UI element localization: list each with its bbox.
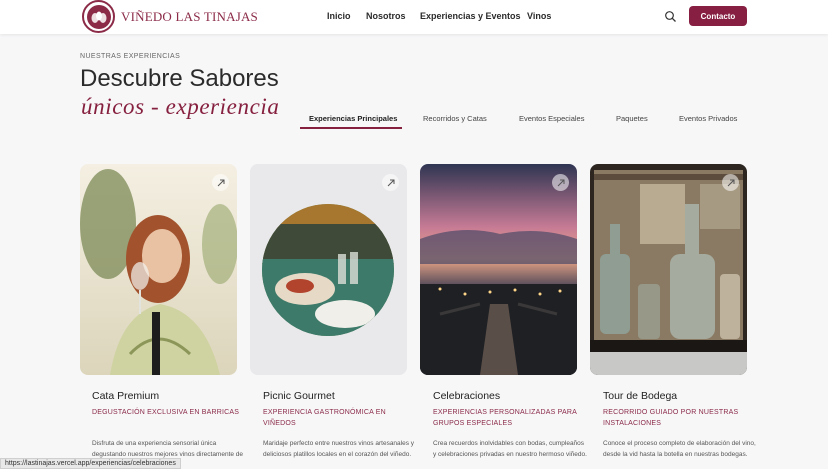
site-header: VIÑEDO LAS TINAJAS Inicio Nosotros Exper… (0, 0, 828, 34)
nav-inicio[interactable]: Inicio (327, 11, 351, 21)
wine-tasting-photo (80, 164, 237, 375)
tab-recorridos-catas[interactable]: Recorridos y Catas (423, 114, 487, 123)
card-image-celebraciones[interactable] (420, 164, 577, 375)
card-subtitle: EXPERIENCIA GASTRONÓMICA EN VIÑEDOS (263, 409, 386, 427)
nav-nosotros[interactable]: Nosotros (366, 11, 406, 21)
search-icon[interactable] (664, 10, 677, 23)
vineyard-logo[interactable] (82, 0, 115, 33)
arrow-up-right-icon (727, 179, 734, 186)
tab-paquetes[interactable]: Paquetes (616, 114, 648, 123)
wine-bottles-photo (590, 164, 747, 375)
open-card-button[interactable] (382, 174, 399, 191)
tab-experiencias-principales[interactable]: Experiencias Principales (309, 114, 397, 123)
arrow-up-right-icon (387, 179, 394, 186)
card-image-picnic-gourmet[interactable] (250, 164, 407, 375)
card-description: Maridaje perfecto entre nuestros vinos a… (263, 440, 415, 458)
card-image-cata-premium[interactable] (80, 164, 237, 375)
wine-jar-icon (86, 4, 111, 29)
nav-experiencias[interactable]: Experiencias y Eventos (420, 11, 521, 21)
card-subtitle: RECORRIDO GUIADO POR NUESTRAS INSTALACIO… (603, 409, 739, 427)
sunset-celebration-photo (420, 164, 577, 375)
arrow-up-right-icon (217, 179, 224, 186)
tab-eventos-especiales[interactable]: Eventos Especiales (519, 114, 584, 123)
card-description: Crea recuerdos inolvidables con bodas, c… (433, 440, 587, 458)
section-title-accent: únicos - experiencia (81, 94, 280, 119)
card-title[interactable]: Cata Premium (92, 390, 159, 402)
open-card-button[interactable] (552, 174, 569, 191)
open-card-button[interactable] (212, 174, 229, 191)
browser-status-url: https://lastinajas.vercel.app/experienci… (0, 458, 181, 469)
contact-button[interactable]: Contacto (689, 6, 747, 26)
card-subtitle: DEGUSTACIÓN EXCLUSIVA EN BARRICAS (92, 409, 240, 416)
arrow-up-right-icon (557, 179, 564, 186)
active-tab-indicator (300, 127, 402, 129)
card-subtitle: EXPERIENCIAS PERSONALIZADAS PARA GRUPOS … (433, 409, 577, 427)
card-title[interactable]: Tour de Bodega (603, 390, 677, 402)
section-eyebrow: NUESTRAS EXPERIENCIAS (80, 53, 181, 60)
brand-name[interactable]: VIÑEDO LAS TINAJAS (121, 9, 258, 25)
card-title[interactable]: Picnic Gourmet (263, 390, 335, 402)
card-description: Conoce el proceso completo de elaboració… (603, 440, 756, 458)
card-image-tour-bodega[interactable] (590, 164, 747, 375)
open-card-button[interactable] (722, 174, 739, 191)
tab-eventos-privados[interactable]: Eventos Privados (679, 114, 737, 123)
section-title: Descubre Sabores (80, 65, 279, 92)
nav-vinos[interactable]: Vinos (527, 11, 551, 21)
card-title[interactable]: Celebraciones (433, 390, 500, 402)
picnic-photo (250, 164, 407, 375)
